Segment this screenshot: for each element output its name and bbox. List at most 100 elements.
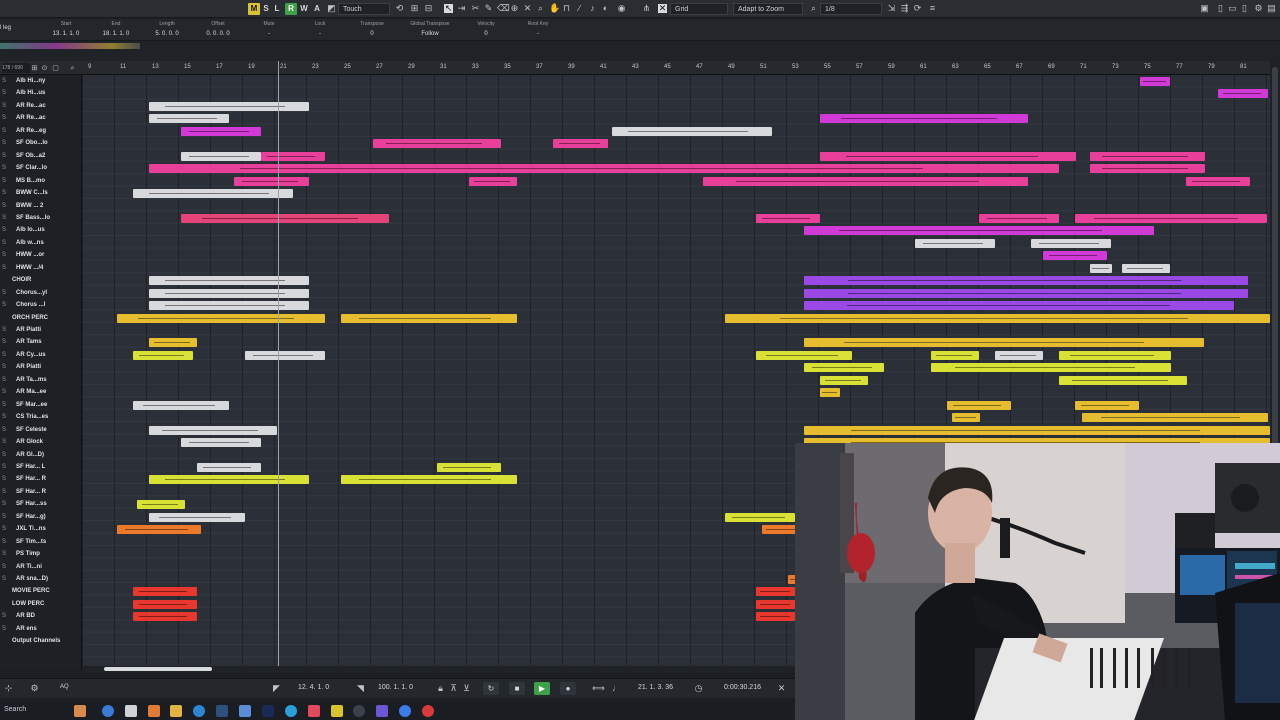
track-row[interactable]: S Alb Hi...us [0, 87, 81, 99]
app3-icon[interactable] [285, 705, 297, 717]
toolgroup2-icon[interactable]: ⊟ [424, 4, 433, 13]
midi-part[interactable] [804, 276, 1248, 286]
grid-type-select[interactable]: Adapt to Zoom [733, 3, 803, 15]
record-button[interactable]: ● [560, 682, 576, 695]
solo-indicator[interactable]: S [0, 175, 8, 187]
solo-indicator[interactable]: S [0, 224, 8, 236]
taskbar-search[interactable]: Search [4, 706, 26, 713]
midi-part[interactable] [469, 176, 517, 186]
track-row[interactable]: S AR Ti...ni [0, 561, 81, 573]
hand-tool-icon[interactable]: ✋ [549, 4, 560, 13]
browser-icon[interactable] [193, 705, 205, 717]
draw-tool-icon[interactable]: ✎ [484, 4, 493, 13]
solo-indicator[interactable]: S [0, 436, 8, 448]
clock-icon[interactable]: ◷ [694, 684, 703, 693]
track-row[interactable]: S CS Tria...es [0, 411, 81, 423]
midi-part[interactable] [149, 512, 245, 522]
left-locator-icon[interactable]: ◤ [272, 684, 281, 693]
track-row[interactable]: S SF Har... R [0, 473, 81, 485]
autoq-label[interactable]: AQ [60, 684, 69, 690]
track-row[interactable]: S Alb lo...us [0, 224, 81, 236]
midi-part[interactable] [149, 164, 1059, 174]
solo-indicator[interactable]: S [0, 561, 8, 573]
track-row[interactable]: MOVIE PERC [0, 585, 81, 597]
punch-in-icon[interactable]: ⊼ [449, 684, 458, 693]
midi-part[interactable] [149, 288, 309, 298]
midi-part[interactable] [197, 462, 261, 472]
midi-part[interactable] [117, 313, 325, 323]
search-track-icon[interactable]: ⌕ [68, 64, 77, 73]
track-row[interactable]: S AR BD [0, 610, 81, 622]
midi-part[interactable] [931, 350, 979, 360]
midi-part[interactable] [1122, 263, 1170, 273]
play-tool-icon[interactable]: ♪ [588, 4, 597, 13]
track-row[interactable]: S SF Tim...ts [0, 536, 81, 548]
solo-indicator[interactable]: S [0, 212, 8, 224]
solo-indicator[interactable]: S [0, 523, 8, 535]
info-global-transpose[interactable]: Global Transpose Follow [402, 21, 458, 37]
info-name[interactable]: l leg [0, 21, 30, 31]
midi-part[interactable] [341, 475, 517, 485]
midi-part[interactable] [756, 213, 820, 223]
settings-icon[interactable]: ⚙ [1254, 4, 1263, 13]
play-button[interactable]: ▶ [534, 682, 550, 695]
left-locator[interactable]: 12. 4. 1. 0 [298, 684, 329, 691]
track-row[interactable]: ORCH PERC [0, 312, 81, 324]
app7-icon[interactable] [399, 705, 411, 717]
quantize-apply-icon[interactable]: ⇲ [887, 4, 896, 13]
midi-part[interactable] [725, 313, 1270, 323]
midi-part[interactable] [804, 338, 1204, 348]
midi-part[interactable] [1059, 375, 1187, 385]
solo-indicator[interactable]: S [0, 461, 8, 473]
track-row[interactable]: S AR Tams [0, 336, 81, 348]
transport-menu-icon[interactable]: ⊹ [4, 684, 13, 693]
reset-quantize-icon[interactable]: ⟳ [913, 4, 922, 13]
chrome-icon[interactable] [422, 705, 434, 717]
info-offset[interactable]: Offset 0. 0. 0. 0 [198, 21, 238, 37]
position-bars[interactable]: 21. 1. 3. 36 [638, 684, 673, 691]
range-tool-icon[interactable]: ⇥ [457, 4, 466, 13]
overview-line[interactable] [0, 41, 1280, 61]
info-mute[interactable]: Mute - [249, 21, 289, 37]
project-cursor[interactable] [278, 61, 279, 670]
mute-tool-icon[interactable]: ✕ [523, 4, 532, 13]
track-row[interactable]: LOW PERC [0, 598, 81, 610]
solo-indicator[interactable]: S [0, 498, 8, 510]
midi-part[interactable] [756, 350, 852, 360]
midi-part[interactable] [1031, 238, 1111, 248]
midi-part[interactable] [756, 612, 796, 622]
edge-icon[interactable] [102, 705, 114, 717]
solo-indicator[interactable]: S [0, 411, 8, 423]
midi-part[interactable] [1082, 413, 1268, 423]
track-row[interactable]: S SF Har...g) [0, 511, 81, 523]
track-row[interactable]: S AR Re...ac [0, 112, 81, 124]
solo-indicator[interactable]: S [0, 374, 8, 386]
midi-part[interactable] [804, 288, 1248, 298]
midi-part[interactable] [133, 599, 197, 609]
add-track-icon[interactable]: ⊞ [30, 64, 39, 73]
midi-part[interactable] [612, 126, 772, 136]
track-row[interactable]: S Chorus...yl [0, 287, 81, 299]
midi-part[interactable] [804, 301, 1234, 311]
midi-part[interactable] [804, 363, 884, 373]
comp-tool-icon[interactable]: ⊓ [562, 4, 571, 13]
midi-part[interactable] [756, 587, 796, 597]
midi-part[interactable] [245, 350, 325, 360]
iterative-quantize-icon[interactable]: ⇶ [900, 4, 909, 13]
solo-indicator[interactable]: S [0, 299, 8, 311]
midi-part[interactable] [947, 400, 1011, 410]
solo-indicator[interactable]: S [0, 287, 8, 299]
mute-state-button[interactable]: M [248, 3, 260, 15]
track-row[interactable]: S AR Glock [0, 436, 81, 448]
scroll-thumb[interactable] [104, 667, 212, 671]
app-icon[interactable] [148, 705, 160, 717]
solo-indicator[interactable]: S [0, 336, 8, 348]
record-enable-icon[interactable]: ⊙ [40, 64, 49, 73]
midi-part[interactable] [149, 301, 309, 311]
info-end[interactable]: End 18. 1. 1. 0 [96, 21, 136, 37]
metronome-icon[interactable]: ✕ [777, 684, 786, 693]
midi-part[interactable] [117, 525, 201, 535]
midi-part[interactable] [181, 151, 261, 161]
track-row[interactable]: S SF Clar...lo [0, 162, 81, 174]
info-velocity[interactable]: Velocity 0 [466, 21, 506, 37]
